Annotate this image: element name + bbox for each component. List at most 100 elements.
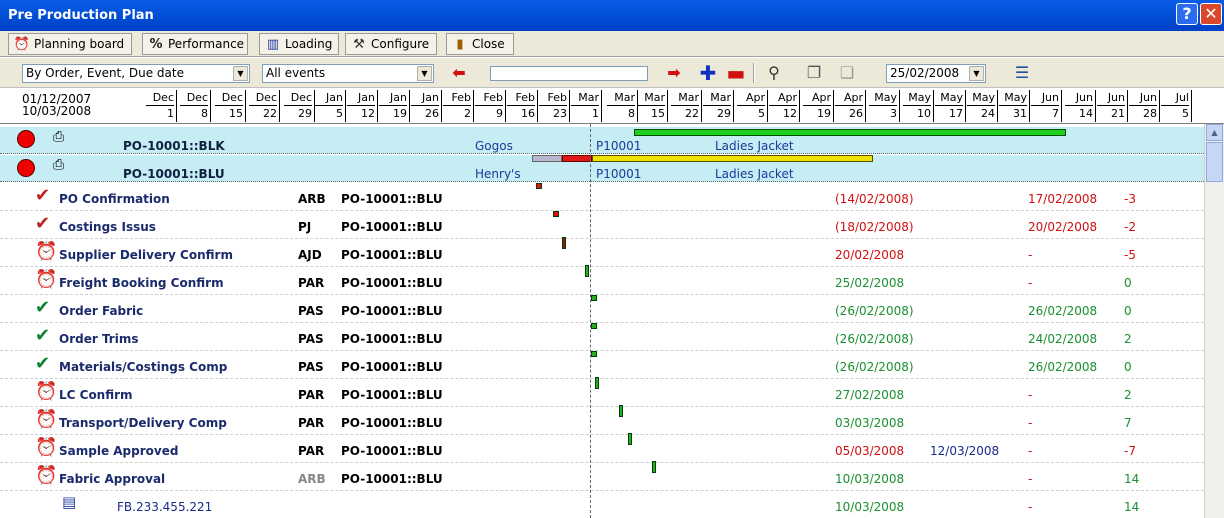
help-button[interactable]: ? xyxy=(1176,3,1198,25)
month-label: Jun xyxy=(1107,91,1125,104)
event-row[interactable]: ✔ Order Trims PAS PO-10001::BLU (26/02/2008)… xyxy=(0,323,1204,351)
event-row[interactable]: ✔ PO Confirmation ARB PO-10001::BLU (14/02/2… xyxy=(0,183,1204,211)
tab-configure[interactable]: ⚒ Configure xyxy=(345,33,437,55)
event-marker[interactable] xyxy=(591,295,597,301)
timeline-week-cell: Feb 2 xyxy=(443,90,474,122)
timeline-week-cell: May 3 xyxy=(869,90,900,122)
timeline-slider[interactable] xyxy=(490,66,648,81)
event-name: Sample Approved xyxy=(59,444,179,458)
zoom-in-icon[interactable]: ✚ xyxy=(697,63,719,83)
event-due-date: 27/02/2008 xyxy=(835,388,905,402)
tab-label: Close xyxy=(472,37,505,51)
event-marker[interactable] xyxy=(652,461,656,473)
check-green-icon: ✔ xyxy=(35,325,51,346)
order-row[interactable]: ⎙ PO-10001::BLK Gogos P10001 Ladies Jack… xyxy=(0,127,1204,154)
event-name: Transport/Delivery Comp xyxy=(59,416,227,430)
zoom-out-icon[interactable]: ▬ xyxy=(725,63,747,83)
title-bar: Pre Production Plan ? ✕ xyxy=(0,0,1224,31)
arrow-left-icon[interactable]: ⬅ xyxy=(446,64,472,82)
event-done-date: 26/02/2008 xyxy=(1028,360,1098,374)
order-po: PO-10001::BLK xyxy=(123,139,225,153)
tab-planning-board[interactable]: ⏰ Planning board xyxy=(8,33,132,55)
month-label: Mar xyxy=(710,91,731,104)
chevron-down-icon[interactable]: ▼ xyxy=(969,66,984,81)
event-marker[interactable] xyxy=(562,237,566,249)
timeline-week-cell: Dec 15 xyxy=(215,90,246,122)
timeline-week-cell: Jun 21 xyxy=(1097,90,1128,122)
window-title: Pre Production Plan xyxy=(8,8,154,23)
order-desc: Ladies Jacket xyxy=(715,167,794,181)
event-variance: 0 xyxy=(1124,304,1132,318)
arrow-right-icon[interactable]: ➡ xyxy=(661,64,687,82)
timeline-header: 01/12/2007 10/03/2008 Dec 1 Dec 8 Dec 15 Dec 22… xyxy=(0,88,1224,124)
event-owner: PAR xyxy=(298,416,325,430)
close-window-button[interactable]: ✕ xyxy=(1200,3,1222,25)
day-label: 14 xyxy=(1065,105,1093,121)
day-label: 8 xyxy=(180,105,208,121)
legend-icon[interactable]: ☰ xyxy=(1010,64,1034,82)
timeline-week-cell: Apr 26 xyxy=(835,90,866,122)
event-name: Materials/Costings Comp xyxy=(59,360,228,374)
month-label: Jun xyxy=(1139,91,1157,104)
date-select[interactable]: 25/02/2008 ▼ xyxy=(886,64,986,83)
tab-performance[interactable]: % Performance xyxy=(142,33,248,55)
timeline-week-cell: Dec 22 xyxy=(249,90,280,122)
event-marker[interactable] xyxy=(628,433,632,445)
event-name: Fabric Approval xyxy=(59,472,166,486)
event-marker[interactable] xyxy=(595,377,599,389)
order-bar xyxy=(592,155,873,162)
event-row[interactable]: ✔ Costings Issus PJ PO-10001::BLU (18/02/200… xyxy=(0,211,1204,239)
copy-icon[interactable]: ❐ xyxy=(803,64,825,82)
day-label: 15 xyxy=(215,105,243,121)
timeline-week-cell: Jan 5 xyxy=(315,90,346,122)
vertical-scrollbar[interactable]: ▲ xyxy=(1204,124,1224,518)
check-icon: ✔ xyxy=(35,185,51,206)
month-label: May xyxy=(1004,91,1027,104)
event-row[interactable]: ⏰ Supplier Delivery Confirm AJD PO-10001::B… xyxy=(0,239,1204,267)
event-row[interactable]: ⏰ Transport/Delivery Comp PAR PO-10001::BLU… xyxy=(0,407,1204,435)
binoculars-icon[interactable]: ⚲ xyxy=(763,64,785,82)
event-variance: 2 xyxy=(1124,388,1132,402)
event-marker[interactable] xyxy=(619,405,623,417)
print-icon[interactable]: ⎙ xyxy=(53,157,64,173)
chevron-down-icon[interactable]: ▼ xyxy=(233,66,248,81)
check-green-icon: ✔ xyxy=(35,297,51,318)
configure-icon: ⚒ xyxy=(353,37,365,52)
event-marker[interactable] xyxy=(585,265,589,277)
event-row[interactable]: ⏰ Sample Approved PAR PO-10001::BLU 05/03/20… xyxy=(0,435,1204,463)
tab-close[interactable]: ▮ Close xyxy=(446,33,514,55)
month-label: Feb xyxy=(483,91,503,104)
paste-icon[interactable]: ❏ xyxy=(836,64,858,82)
event-owner: PAR xyxy=(298,444,325,458)
alarm-red-icon: ⏰ xyxy=(35,241,58,262)
event-marker[interactable] xyxy=(591,351,597,357)
event-variance: -3 xyxy=(1124,192,1136,206)
event-filter-select[interactable]: All events ▼ xyxy=(262,64,434,83)
range-end: 10/03/2008 xyxy=(22,104,92,118)
day-label: 23 xyxy=(539,105,567,121)
month-label: May xyxy=(940,91,963,104)
tab-loading[interactable]: ▥ Loading xyxy=(259,33,339,55)
event-row[interactable]: ✔ Materials/Costings Comp PAS PO-10001::BLU… xyxy=(0,351,1204,379)
event-row[interactable]: ⏰ LC Confirm PAR PO-10001::BLU 27/02/2008 - 2 xyxy=(0,379,1204,407)
event-marker[interactable] xyxy=(553,211,559,217)
event-marker[interactable] xyxy=(591,323,597,329)
scroll-up-icon[interactable]: ▲ xyxy=(1206,124,1223,141)
month-label: Apr xyxy=(777,91,797,104)
alarm-clock-icon: ⏰ xyxy=(13,37,31,52)
sort-select[interactable]: By Order, Event, Due date ▼ xyxy=(22,64,250,83)
order-row[interactable]: ⎙ PO-10001::BLU Henry's P10001 Ladies Ja… xyxy=(0,155,1204,182)
event-due-date: (26/02/2008) xyxy=(835,304,914,318)
event-row[interactable]: ⏰ Fabric Approval ARB PO-10001::BLU 10/03/20… xyxy=(0,463,1204,491)
chevron-down-icon[interactable]: ▼ xyxy=(417,66,432,81)
event-detail-row[interactable]: ▤ FB.233.455.221 10/03/2008 - 14 xyxy=(0,491,1204,518)
scroll-thumb[interactable] xyxy=(1206,142,1223,182)
day-label: 8 xyxy=(607,105,635,121)
timeline-week-cell: May 10 xyxy=(903,90,934,122)
print-icon[interactable]: ⎙ xyxy=(53,129,64,145)
event-row[interactable]: ✔ Order Fabric PAS PO-10001::BLU (26/02/2008… xyxy=(0,295,1204,323)
event-row[interactable]: ⏰ Freight Booking Confirm PAR PO-10001::BLU… xyxy=(0,267,1204,295)
door-icon: ▮ xyxy=(456,37,464,52)
event-marker[interactable] xyxy=(536,183,542,189)
event-po: PO-10001::BLU xyxy=(341,472,443,486)
